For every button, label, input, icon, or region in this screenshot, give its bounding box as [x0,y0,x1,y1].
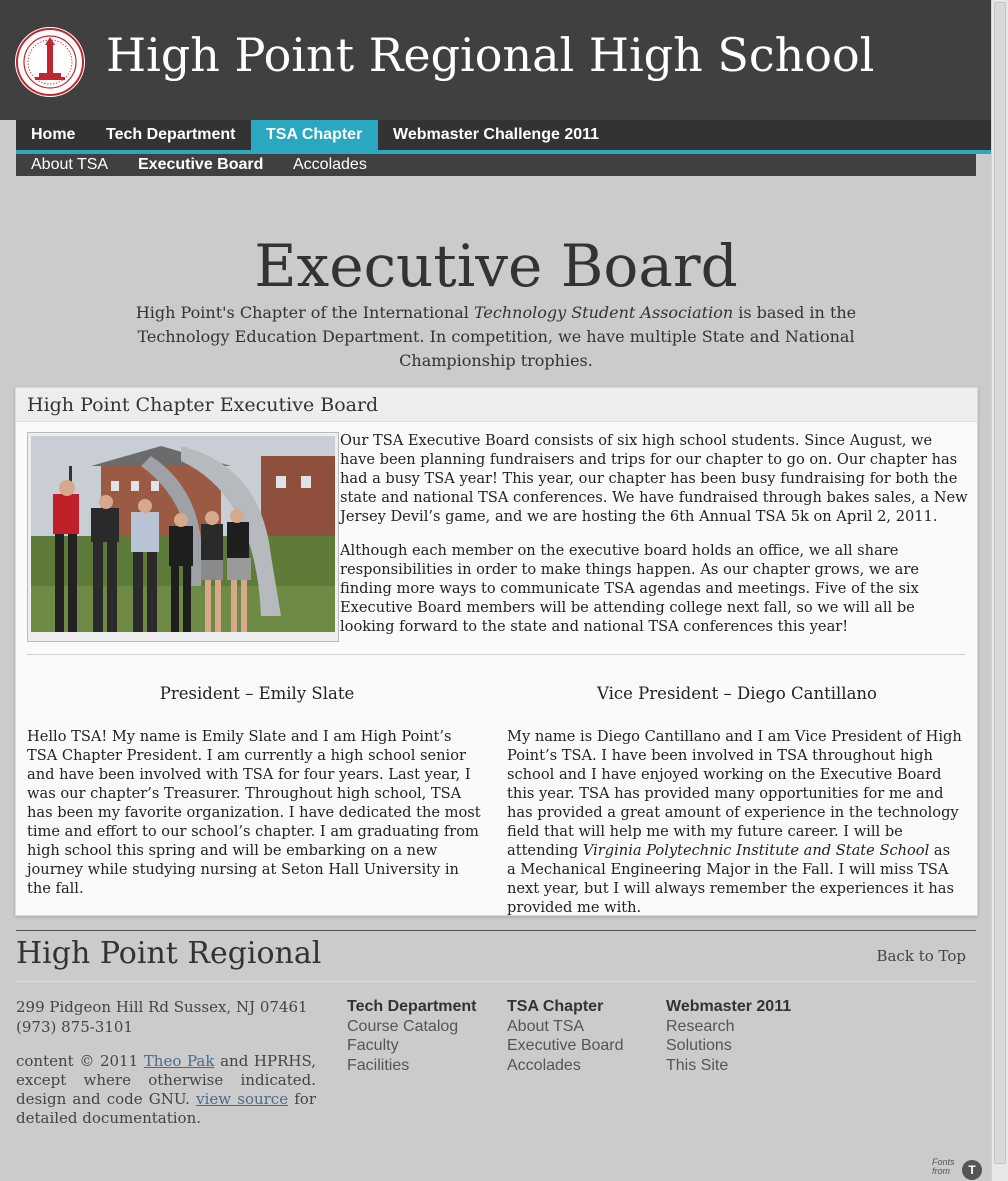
footer-title: High Point Regional [16,936,322,971]
nav-home[interactable]: Home [16,120,90,150]
page-title: Executive Board [254,232,738,300]
scrollbar-thumb[interactable] [994,2,1006,1164]
school-seal-logo[interactable] [15,27,85,97]
panel-header: High Point Chapter Executive Board [16,388,977,422]
footer-column-heading[interactable]: Webmaster 2011 [666,997,791,1017]
footer-link-about-tsa[interactable]: About TSA [507,1017,624,1037]
footer-column-heading[interactable]: Tech Department [347,997,477,1017]
footer-phone: (973) 875-3101 [16,1018,133,1036]
vp-bio-start: My name is Diego Cantillano and I am Vic… [507,728,962,859]
subnav-executive-board[interactable]: Executive Board [138,154,263,176]
nav-tech-department[interactable]: Tech Department [91,120,251,150]
footer-address: 299 Pidgeon Hill Rd Sussex, NJ 07461 [16,998,308,1016]
board-description: Our TSA Executive Board consists of six … [340,431,968,651]
copyright-text: content © 2011 [16,1052,144,1070]
footer-link-faculty[interactable]: Faculty [347,1036,477,1056]
intro-text-start: High Point's Chapter of the Internationa… [135,303,474,322]
footer-link-executive-board[interactable]: Executive Board [507,1036,624,1056]
vp-bio-university: Virginia Polytechnic Institute and State… [582,842,930,859]
footer-copyright: content © 2011 Theo Pak and HPRHS, excep… [16,1052,316,1128]
view-source-link[interactable]: view source [196,1090,288,1108]
fonts-badge[interactable]: Fonts from T [932,1158,982,1180]
president-bio: Hello TSA! My name is Emily Slate and I … [27,728,481,897]
footer-link-facilities[interactable]: Facilities [347,1056,477,1076]
footer-address-block: 299 Pidgeon Hill Rd Sussex, NJ 07461 (97… [16,997,308,1037]
typekit-icon: T [962,1160,982,1180]
main-nav: Home Tech Department TSA Chapter Webmast… [16,120,992,150]
footer-column-heading[interactable]: TSA Chapter [507,997,624,1017]
site-title[interactable]: High Point Regional High School [106,28,874,83]
nav-tsa-chapter[interactable]: TSA Chapter [251,120,378,150]
footer-column-webmaster: Webmaster 2011 Research Solutions This S… [666,997,791,1075]
vice-president-bio: My name is Diego Cantillano and I am Vic… [507,727,962,917]
page: High Point Regional High School Home Tec… [0,0,992,1181]
vertical-scrollbar[interactable] [991,0,1008,1181]
panel-divider [27,654,965,655]
subnav-about-tsa[interactable]: About TSA [31,154,108,176]
footer-rule [16,981,976,982]
sub-nav: About TSA Executive Board Accolades [16,154,976,176]
nav-webmaster-challenge[interactable]: Webmaster Challenge 2011 [378,120,614,150]
footer-link-research[interactable]: Research [666,1017,791,1037]
subnav-accolades[interactable]: Accolades [293,154,367,176]
footer-link-accolades[interactable]: Accolades [507,1056,624,1076]
footer-link-course-catalog[interactable]: Course Catalog [347,1017,477,1037]
president-heading: President – Emily Slate [159,684,355,703]
fonts-badge-line2: from [932,1166,950,1176]
footer-column-tsa: TSA Chapter About TSA Executive Board Ac… [507,997,624,1075]
footer-column-tech: Tech Department Course Catalog Faculty F… [347,997,477,1075]
back-to-top-link[interactable]: Back to Top [876,947,966,965]
footer-link-this-site[interactable]: This Site [666,1056,791,1076]
vice-president-heading: Vice President – Diego Cantillano [597,684,877,703]
page-intro: High Point's Chapter of the Internationa… [120,301,872,373]
executive-board-panel: High Point Chapter Executive Board Our T… [15,387,978,916]
executive-board-photo [27,432,339,642]
site-header: High Point Regional High School [0,0,992,120]
intro-organization-name: Technology Student Association [473,303,734,322]
footer-link-solutions[interactable]: Solutions [666,1036,791,1056]
author-link[interactable]: Theo Pak [144,1052,215,1070]
footer-top-rule [16,930,976,931]
panel-heading: High Point Chapter Executive Board [27,394,379,416]
board-paragraph-1: Our TSA Executive Board consists of six … [340,432,968,525]
board-paragraph-2: Although each member on the executive bo… [340,542,919,635]
